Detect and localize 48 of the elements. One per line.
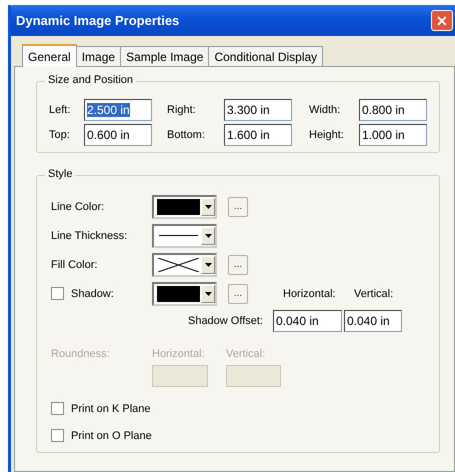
tab[interactable]: Sample Image — [120, 46, 210, 66]
field-label: Height: — [309, 129, 345, 141]
field-label: Line Color: — [51, 200, 106, 212]
input-field[interactable]: 0.040 in — [273, 310, 342, 332]
no-fill-icon — [158, 258, 199, 272]
input-field[interactable]: 3.300 in — [224, 99, 292, 121]
checkbox-label: Print on O Plane — [71, 430, 152, 442]
input-field[interactable]: 0.040 in — [344, 310, 402, 332]
column-label: Horizontal: — [283, 288, 337, 300]
field-label: Width: — [309, 104, 342, 116]
checkbox-label: Print on K Plane — [71, 402, 150, 414]
close-button[interactable]: ✕ — [431, 10, 453, 31]
tab[interactable]: Image — [76, 46, 122, 66]
group-title: Size and Position — [45, 74, 136, 86]
column-label: Vertical: — [226, 348, 266, 360]
input-field[interactable]: 0.600 in — [84, 124, 152, 146]
line-sample-icon — [159, 235, 198, 236]
ellipsis-button[interactable]: ... — [228, 196, 248, 216]
ellipsis-button[interactable]: ... — [228, 284, 248, 304]
input-field[interactable]: 1.600 in — [224, 124, 292, 146]
input-field[interactable]: 2.500 in — [84, 99, 152, 121]
window-title: Dynamic Image Properties — [15, 13, 180, 28]
checkbox[interactable] — [51, 287, 64, 300]
field-label: Line Thickness: — [51, 230, 128, 242]
group-title: Style — [45, 168, 76, 180]
field-label: Left: — [49, 104, 72, 116]
field-label: Right: — [167, 104, 197, 116]
ellipsis-button[interactable]: ... — [228, 254, 248, 274]
dropdown[interactable] — [152, 224, 217, 248]
input-field[interactable]: 1.000 in — [359, 124, 427, 146]
field-label: Fill Color: — [51, 258, 98, 270]
field-label: Shadow Offset: — [186, 315, 264, 327]
input-field — [226, 365, 281, 387]
column-label: Horizontal: — [152, 348, 206, 360]
input-field — [152, 365, 208, 387]
field-label: Shadow: — [71, 288, 115, 300]
field-label: Top: — [49, 129, 71, 141]
dropdown[interactable] — [152, 252, 217, 276]
tab[interactable]: General — [22, 44, 77, 67]
dropdown[interactable] — [152, 282, 217, 306]
input-field[interactable]: 0.800 in — [359, 99, 427, 121]
checkbox[interactable] — [51, 402, 64, 415]
dropdown[interactable] — [152, 194, 217, 218]
field-label: Bottom: — [167, 129, 206, 141]
checkbox[interactable] — [51, 429, 64, 442]
tab[interactable]: Conditional Display — [208, 46, 324, 66]
field-label: Roundness: — [51, 348, 111, 360]
column-label: Vertical: — [354, 288, 394, 300]
